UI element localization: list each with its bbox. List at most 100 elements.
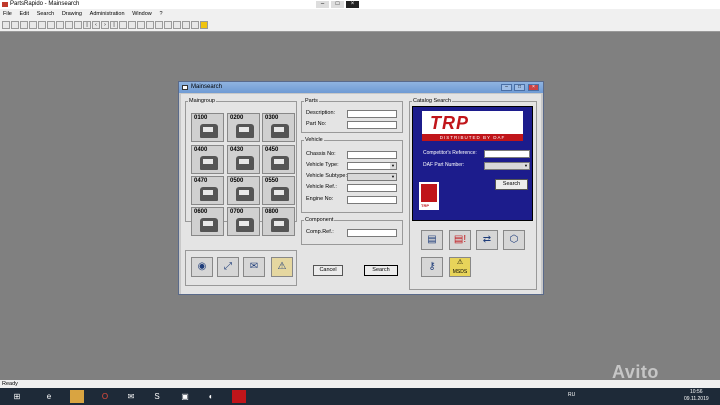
new-icon[interactable] (2, 21, 10, 29)
maximize-button[interactable]: □ (331, 1, 344, 8)
close-button[interactable]: × (346, 1, 359, 8)
cancel-button[interactable]: Cancel (313, 265, 343, 276)
list-icon[interactable] (164, 21, 172, 29)
daf-part-number-select[interactable]: ▼ (484, 162, 530, 170)
search-button[interactable]: Search (364, 265, 398, 276)
catalog-search-button[interactable]: Search (495, 179, 528, 190)
dialog-minimize-button[interactable]: – (501, 84, 512, 91)
maingroup-code: 0430 (230, 147, 244, 153)
zoom-page-icon[interactable] (74, 21, 82, 29)
maingroup-0550[interactable]: 0550 (262, 176, 295, 205)
menu-search[interactable]: Search (34, 9, 57, 19)
partsrapido-taskbar-icon[interactable] (232, 390, 246, 403)
maingroup-code: 0470 (194, 178, 208, 184)
vehicle-icon[interactable] (137, 21, 145, 29)
maingroup-0700[interactable]: 0700 (227, 207, 260, 236)
engine-icon[interactable] (155, 21, 163, 29)
truck-icon[interactable] (146, 21, 154, 29)
clock-date: 09.11.2019 (684, 396, 709, 402)
maingroup-0200[interactable]: 0200 (227, 113, 260, 142)
expand-icon[interactable]: ⤢ (217, 257, 239, 277)
part-no-input[interactable] (347, 121, 397, 129)
clock-time: 10:56 (690, 389, 703, 395)
maingroup-code: 0550 (265, 178, 279, 184)
check-icon[interactable] (200, 21, 208, 29)
maingroup-0300[interactable]: 0300 (262, 113, 295, 142)
maingroup-code: 0450 (265, 147, 279, 153)
language-indicator[interactable]: RU (568, 392, 575, 398)
outlook-icon[interactable]: ✉ (124, 390, 138, 403)
maingroup-0100[interactable]: 0100 (191, 113, 224, 142)
msds-button[interactable]: ⚠ MSDS (449, 257, 471, 277)
maingroup-0400[interactable]: 0400 (191, 145, 224, 174)
eye-icon[interactable]: ◉ (191, 257, 213, 277)
chassis-no-input[interactable] (347, 151, 397, 159)
opera-icon[interactable]: O (98, 390, 112, 403)
clipboard-icon[interactable]: ▤ (421, 230, 443, 250)
preview-icon[interactable] (38, 21, 46, 29)
envelope-icon[interactable]: ✉ (243, 257, 265, 277)
zoom-in-icon[interactable] (47, 21, 55, 29)
explorer-icon[interactable] (70, 390, 84, 403)
maingroup-0800[interactable]: 0800 (262, 207, 295, 236)
save-icon[interactable] (20, 21, 28, 29)
maingroup-code: 0400 (194, 147, 208, 153)
nut-icon[interactable]: ⬡ (503, 230, 525, 250)
calculator-icon[interactable] (173, 21, 181, 29)
truck-part-icon (236, 218, 254, 232)
menu-administration[interactable]: Administration (87, 9, 128, 19)
zoom-fit-icon[interactable] (65, 21, 73, 29)
maingroup-0450[interactable]: 0450 (262, 145, 295, 174)
menu-edit[interactable]: Edit (17, 9, 32, 19)
daf-part-number-label: DAF Part Number: (423, 162, 465, 168)
swap-arrows-icon[interactable]: ⇄ (476, 230, 498, 250)
dialog-close-button[interactable]: × (528, 84, 539, 91)
trp-logo-text: TRP (430, 113, 469, 133)
zoom-out-icon[interactable] (56, 21, 64, 29)
binoculars-icon[interactable] (128, 21, 136, 29)
media-icon[interactable]: ▣ (178, 390, 192, 403)
catalog-area: TRP DISTRIBUTED BY DAF Competitor's Refe… (412, 106, 533, 221)
menu-file[interactable]: File (0, 9, 15, 19)
document-alert-icon[interactable]: ▤! (449, 230, 471, 250)
edge-icon[interactable]: e (42, 390, 56, 403)
next-icon[interactable]: › (101, 21, 109, 29)
open-icon[interactable] (11, 21, 19, 29)
window-controls: – □ × (316, 1, 361, 8)
vehicle-type-select[interactable]: ▼ (347, 162, 397, 170)
skype-icon[interactable]: S (150, 390, 164, 403)
dialog-maximize-button[interactable]: □ (514, 84, 525, 91)
maingroup-0500[interactable]: 0500 (227, 176, 260, 205)
print-icon[interactable] (29, 21, 37, 29)
start-windows-icon[interactable]: ⊞ (10, 390, 24, 403)
menu-drawing[interactable]: Drawing (59, 9, 85, 19)
dialog-title: Mainsearch (191, 84, 223, 90)
maingroup-legend: Maingroup (189, 98, 215, 104)
minimize-button[interactable]: – (316, 1, 329, 8)
maingroup-0470[interactable]: 0470 (191, 176, 224, 205)
vehicle-subtype-select[interactable]: ▼ (347, 173, 397, 181)
comp-ref-input[interactable] (347, 229, 397, 237)
trp-small-logo: TRP (419, 182, 439, 210)
engine-no-input[interactable] (347, 196, 397, 204)
truck-part-icon (271, 218, 289, 232)
app-icon-2[interactable]: ◐ (204, 390, 218, 403)
competitor-ref-input[interactable] (484, 150, 530, 158)
maingroup-0430[interactable]: 0430 (227, 145, 260, 174)
document-icon[interactable] (191, 21, 199, 29)
maingroup-0600[interactable]: 0600 (191, 207, 224, 236)
description-label: Description: (306, 110, 336, 116)
last-icon[interactable]: | (110, 21, 118, 29)
competitor-ref-label: Competitor's Reference: (423, 150, 477, 156)
grid-icon[interactable] (119, 21, 127, 29)
warning-hand-icon[interactable]: ⚠ (271, 257, 293, 277)
vehicle-subtype-label: Vehicle Subtype: (306, 173, 347, 179)
first-icon[interactable]: | (83, 21, 91, 29)
key-icon[interactable]: ⚷ (421, 257, 443, 277)
menu-window[interactable]: Window (129, 9, 155, 19)
prev-icon[interactable]: ‹ (92, 21, 100, 29)
info-icon[interactable] (182, 21, 190, 29)
menu-help[interactable]: ? (156, 9, 165, 19)
description-input[interactable] (347, 110, 397, 118)
vehicle-ref-input[interactable] (347, 184, 397, 192)
